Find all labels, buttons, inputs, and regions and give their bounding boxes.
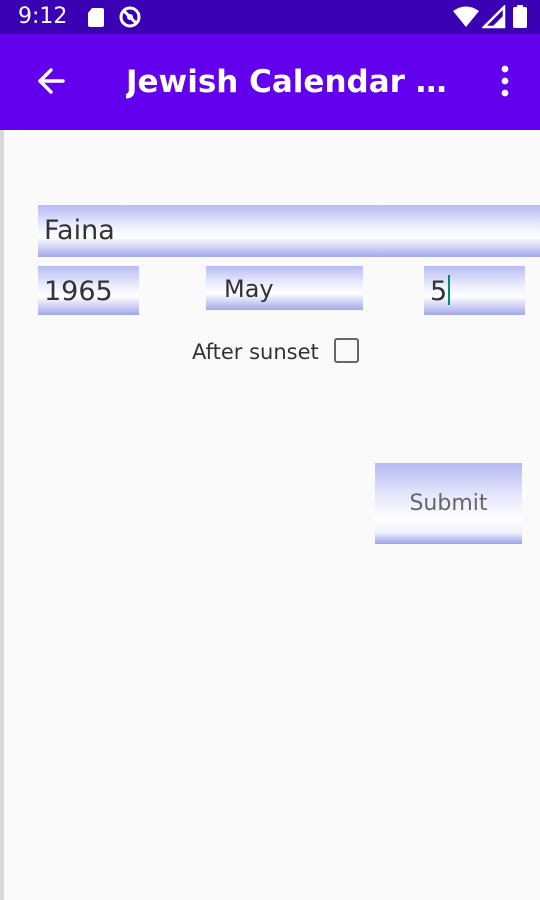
after-sunset-checkbox[interactable]: [334, 338, 359, 363]
do-not-disturb-icon: [118, 5, 142, 29]
submit-button[interactable]: Submit: [375, 463, 522, 544]
wifi-icon: [452, 5, 480, 29]
app-bar: Jewish Calendar Co...: [0, 34, 540, 130]
day-value: 5: [430, 276, 448, 307]
overflow-menu-button[interactable]: [482, 58, 528, 108]
name-input[interactable]: Faina: [38, 205, 540, 257]
sd-card-icon: [84, 5, 108, 29]
month-select[interactable]: May: [206, 266, 363, 310]
after-sunset-label: After sunset: [192, 340, 319, 364]
text-cursor: [448, 275, 451, 305]
day-input[interactable]: 5: [424, 266, 525, 315]
status-time: 9:12: [18, 4, 68, 29]
year-input[interactable]: 1965: [38, 266, 139, 315]
signal-icon: [480, 3, 506, 29]
app-screen: 9:12 Jewish Calendar Co Faina 1965 May 5…: [0, 0, 540, 900]
screen-edge: [0, 130, 4, 900]
app-title: Jewish Calendar Co...: [126, 64, 456, 100]
arrow-back-icon: [36, 66, 66, 101]
status-bar: 9:12: [0, 0, 540, 34]
more-vert-icon: [500, 65, 510, 102]
back-button[interactable]: [26, 58, 76, 108]
battery-icon: [512, 5, 528, 29]
